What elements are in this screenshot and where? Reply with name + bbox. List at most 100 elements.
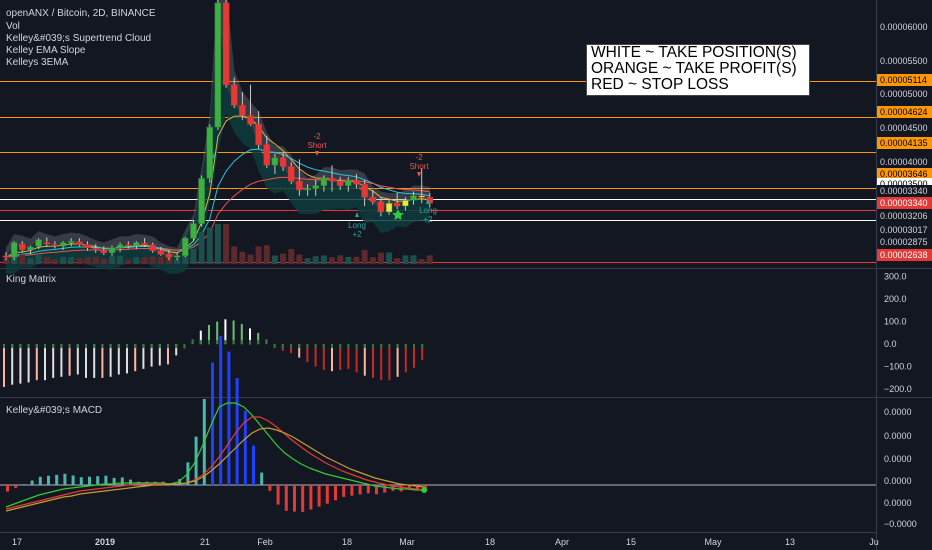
volume-bar	[43, 257, 50, 264]
macd-histogram-bar[interactable]	[358, 485, 362, 495]
macd-histogram-bar[interactable]	[227, 351, 231, 485]
macd-histogram-bar[interactable]	[96, 476, 100, 485]
king-matrix-bar[interactable]	[372, 344, 374, 378]
macd-histogram-bar[interactable]	[260, 472, 264, 485]
macd-histogram-bar[interactable]	[342, 485, 346, 497]
macd-histogram-bar[interactable]	[170, 484, 173, 486]
macd-histogram-bar[interactable]	[317, 485, 321, 507]
volume-bar	[84, 257, 91, 264]
time-axis-label: 18	[342, 537, 352, 547]
candle-body	[190, 223, 197, 239]
volume-bar	[320, 255, 327, 264]
candle-body	[230, 84, 238, 106]
king-matrix-bar[interactable]	[404, 344, 407, 373]
short-marker-1-label: Short	[307, 141, 327, 150]
price-tick-label: 0.00002875	[880, 237, 928, 247]
volume-bar	[426, 255, 433, 264]
volume-bar	[345, 256, 352, 264]
macd-histogram-bar[interactable]	[383, 485, 387, 493]
king-matrix-bar[interactable]	[126, 344, 128, 374]
symbol-title[interactable]: openANX / Bitcoin, 2D, BINANCE	[6, 8, 156, 19]
macd-histogram-bar[interactable]	[293, 485, 296, 512]
king-matrix-bar[interactable]	[3, 344, 5, 387]
candle-body	[320, 178, 328, 186]
volume-bar	[353, 256, 360, 264]
king-matrix-bar[interactable]	[85, 344, 87, 378]
candle[interactable]	[222, 0, 230, 88]
king-matrix-bar[interactable]	[44, 344, 46, 381]
macd-histogram-bar[interactable]	[47, 475, 50, 485]
king-matrix-bar[interactable]	[11, 344, 14, 385]
macd-histogram-bar[interactable]	[350, 485, 354, 496]
volume-bar	[117, 255, 124, 264]
king-matrix-bar[interactable]	[363, 344, 366, 376]
macd-histogram-bar[interactable]	[55, 474, 59, 485]
macd-histogram-bar[interactable]	[6, 485, 9, 492]
price-badge-label: 0.00003340	[880, 198, 928, 208]
king-matrix-bar[interactable]	[68, 344, 71, 376]
volume-bar	[133, 257, 140, 264]
king-matrix-bar[interactable]	[27, 344, 30, 383]
study-ema-slope[interactable]: Kelley EMA Slope	[6, 45, 86, 56]
king-matrix-bar[interactable]	[109, 344, 112, 377]
macd-histogram-bar[interactable]	[366, 485, 370, 494]
candle-body	[255, 123, 262, 145]
price-badge-label: 0.00003206	[880, 211, 928, 221]
macd-title[interactable]: Kelley&#039;s MACD	[6, 405, 102, 416]
king-matrix-bar[interactable]	[93, 344, 96, 378]
candle-body	[84, 244, 91, 248]
macd-histogram-bar[interactable]	[22, 484, 26, 486]
time-axis-label: Feb	[257, 537, 273, 547]
king-matrix-bar[interactable]	[380, 344, 383, 381]
macd-histogram-bar[interactable]	[38, 476, 42, 485]
macd-histogram-bar[interactable]	[276, 485, 280, 505]
candle[interactable]	[214, 0, 222, 131]
king-matrix-bar[interactable]	[355, 344, 358, 373]
macd-histogram-bar[interactable]	[120, 477, 124, 485]
chart-root[interactable]: 300.0 200.0 100.0 0.0 −100.0 −200.0 0.0000 0.0…	[0, 0, 932, 550]
study-vol[interactable]: Vol	[6, 21, 20, 32]
candle[interactable]	[182, 236, 189, 258]
macd-histogram-bar[interactable]	[79, 477, 83, 485]
macd-histogram-bar[interactable]	[334, 485, 337, 501]
time-axis-label: Apr	[555, 537, 569, 547]
legend-line-white: WHITE ~ TAKE POSITION(S)	[591, 44, 797, 61]
candle-body	[222, 2, 230, 85]
macd-histogram-bar[interactable]	[14, 485, 18, 488]
candle[interactable]	[206, 124, 214, 183]
king-matrix-bar[interactable]	[19, 344, 22, 384]
king-matrix-bar[interactable]	[396, 344, 399, 377]
king-matrix-bar[interactable]	[331, 344, 333, 372]
king-matrix-bar[interactable]	[134, 344, 137, 372]
candle-body	[100, 250, 108, 254]
king-matrix-bar[interactable]	[60, 344, 63, 377]
candle-body	[377, 201, 385, 213]
candle[interactable]	[10, 241, 18, 261]
study-3ema[interactable]: Kelleys 3EMA	[6, 57, 69, 68]
candle-body	[239, 104, 246, 116]
candle[interactable]	[198, 175, 205, 227]
study-supertrend-cloud[interactable]: Kelley&#039;s Supertrend Cloud	[6, 33, 151, 44]
macd-histogram-bar[interactable]	[399, 485, 403, 492]
king-matrix-bar[interactable]	[35, 344, 38, 381]
king-matrix-bar[interactable]	[101, 344, 104, 378]
macd-histogram-bar[interactable]	[301, 485, 305, 512]
macd-tick: 0.0000	[884, 498, 912, 508]
macd-histogram-bar[interactable]	[88, 476, 91, 485]
king-matrix-bar[interactable]	[117, 344, 120, 375]
macd-histogram-bar[interactable]	[63, 473, 67, 485]
king-matrix-bar[interactable]	[388, 344, 391, 381]
macd-histogram-bar[interactable]	[309, 485, 313, 510]
king-matrix-title[interactable]: King Matrix	[6, 274, 56, 285]
king-matrix-bar[interactable]	[52, 344, 55, 378]
volume-bar	[312, 256, 319, 264]
macd-histogram-bar[interactable]	[71, 475, 75, 486]
king-matrix-bar[interactable]	[76, 344, 79, 375]
price-tick-label: 0.00006000	[880, 22, 928, 32]
macd-histogram-bar[interactable]	[284, 485, 288, 511]
macd-histogram-bar[interactable]	[268, 485, 272, 491]
macd-histogram-bar[interactable]	[30, 480, 34, 486]
macd-histogram-bar[interactable]	[252, 445, 255, 485]
candle[interactable]	[190, 220, 197, 242]
macd-histogram-bar[interactable]	[325, 485, 329, 504]
